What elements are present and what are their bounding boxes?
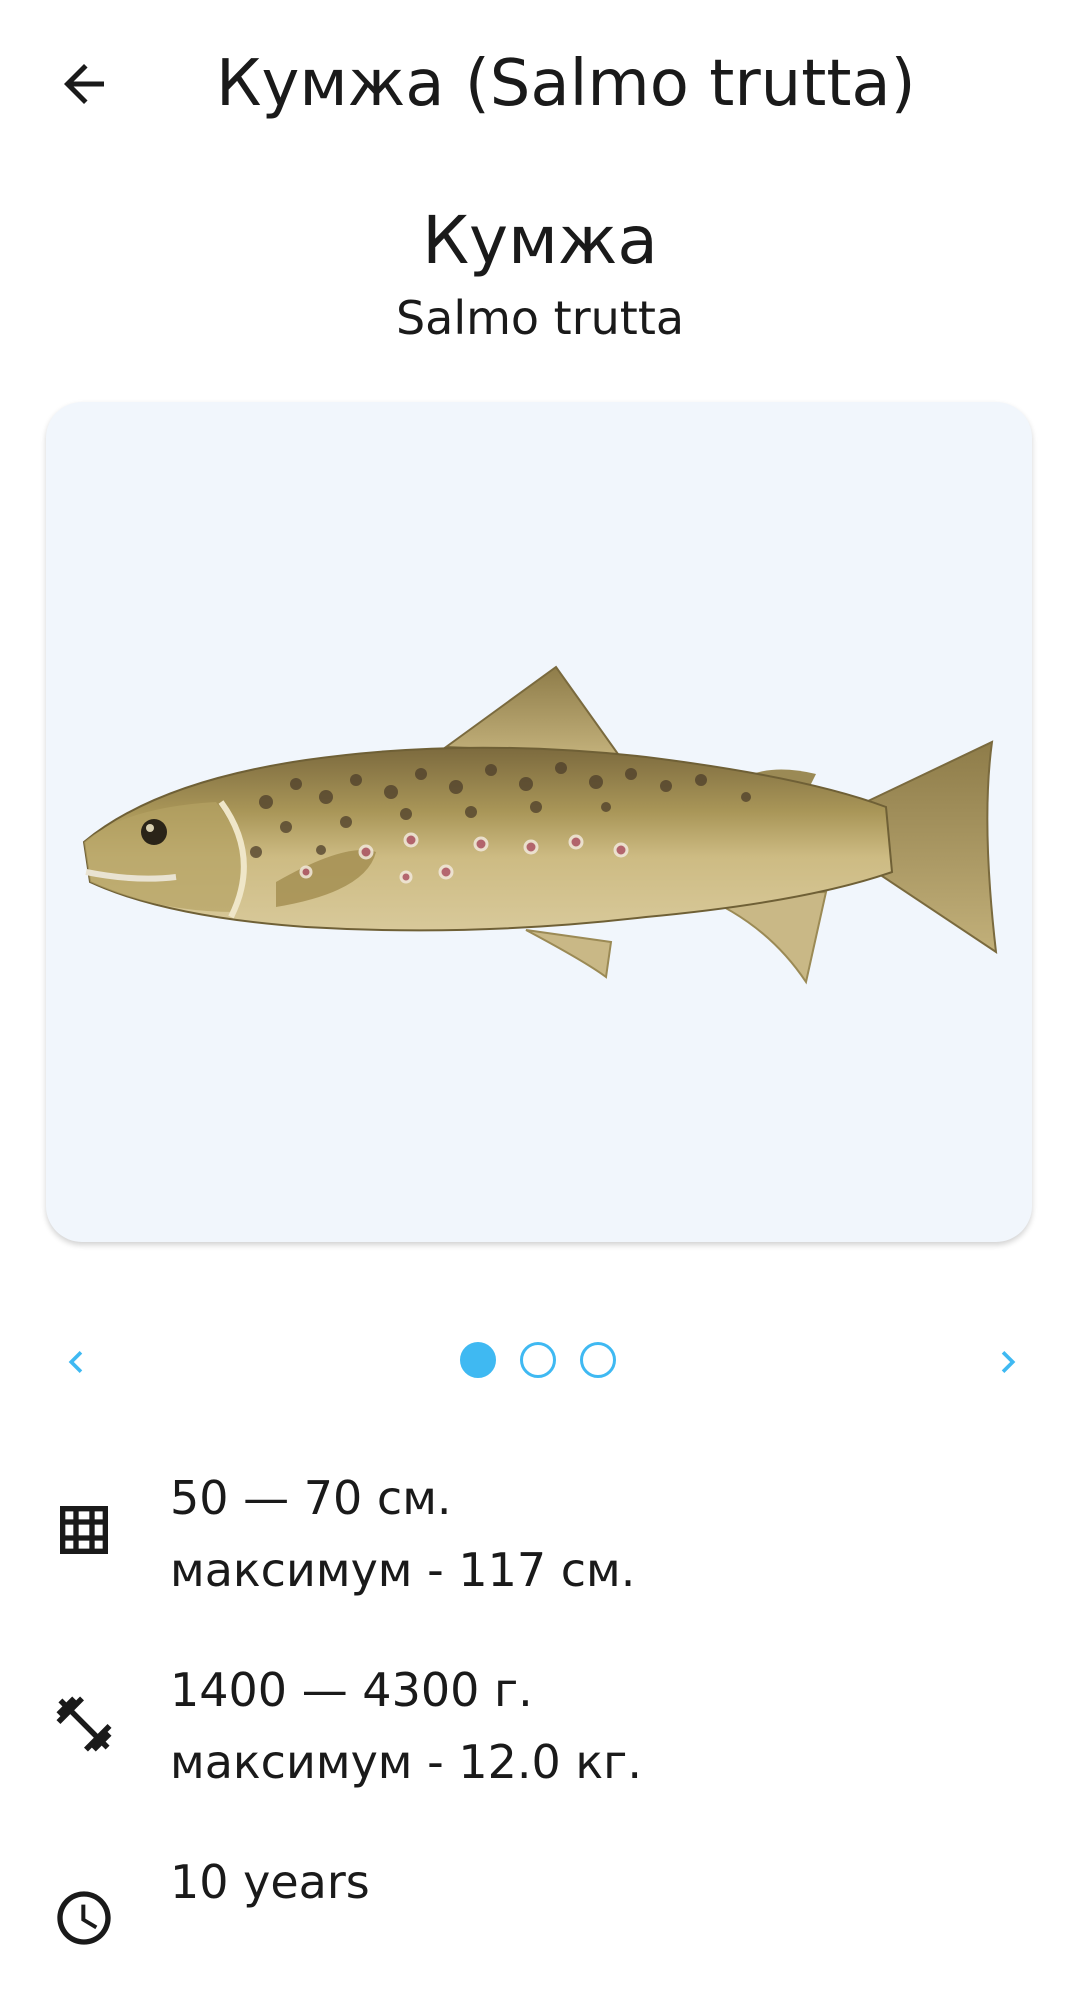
length-range: 50 — 70 см. [170, 1471, 452, 1525]
weight-fact: 1400 — 4300 г. максимум - 12.0 кг. [0, 1654, 1080, 1814]
latin-name: Salmo trutta [395, 291, 685, 345]
common-name: Кумжа [422, 202, 658, 279]
dumbbell-icon [44, 1684, 124, 1764]
length-text: 50 — 70 см. максимум - 117 см. [170, 1462, 635, 1606]
fish-image-card[interactable] [46, 402, 1032, 1242]
weight-range: 1400 — 4300 г. [170, 1663, 533, 1717]
chevron-left-icon [68, 1351, 83, 1373]
lifespan-fact: 10 years [0, 1846, 1080, 2006]
arrow-left-icon [64, 64, 104, 104]
weight-max: максимум - 12.0 кг. [170, 1735, 642, 1789]
length-max: максимум - 117 см. [170, 1543, 636, 1597]
weight-text: 1400 — 4300 г. максимум - 12.0 кг. [170, 1654, 642, 1798]
gallery-pager [0, 1330, 1080, 1394]
back-button[interactable] [44, 44, 124, 124]
lifespan-text: 10 years [170, 1846, 370, 1918]
page-dot[interactable] [580, 1342, 616, 1378]
app-bar: Кумжа (Salmo trutta) [0, 0, 1080, 170]
lifespan-value: 10 years [170, 1855, 370, 1909]
page-dot[interactable] [520, 1342, 556, 1378]
page-title: Кумжа (Salmo trutta) [216, 47, 916, 121]
species-header: Кумжа Salmo trutta [0, 196, 1080, 350]
page-dot-active[interactable] [460, 1342, 496, 1378]
previous-image-button[interactable] [44, 1330, 108, 1394]
chevron-right-icon [1001, 1351, 1016, 1373]
brown-trout-illustration [82, 665, 998, 985]
grid-ruler-icon [44, 1490, 124, 1570]
clock-icon [44, 1878, 124, 1958]
next-image-button[interactable] [976, 1330, 1040, 1394]
length-fact: 50 — 70 см. максимум - 117 см. [0, 1462, 1080, 1622]
page-indicator [460, 1342, 620, 1382]
